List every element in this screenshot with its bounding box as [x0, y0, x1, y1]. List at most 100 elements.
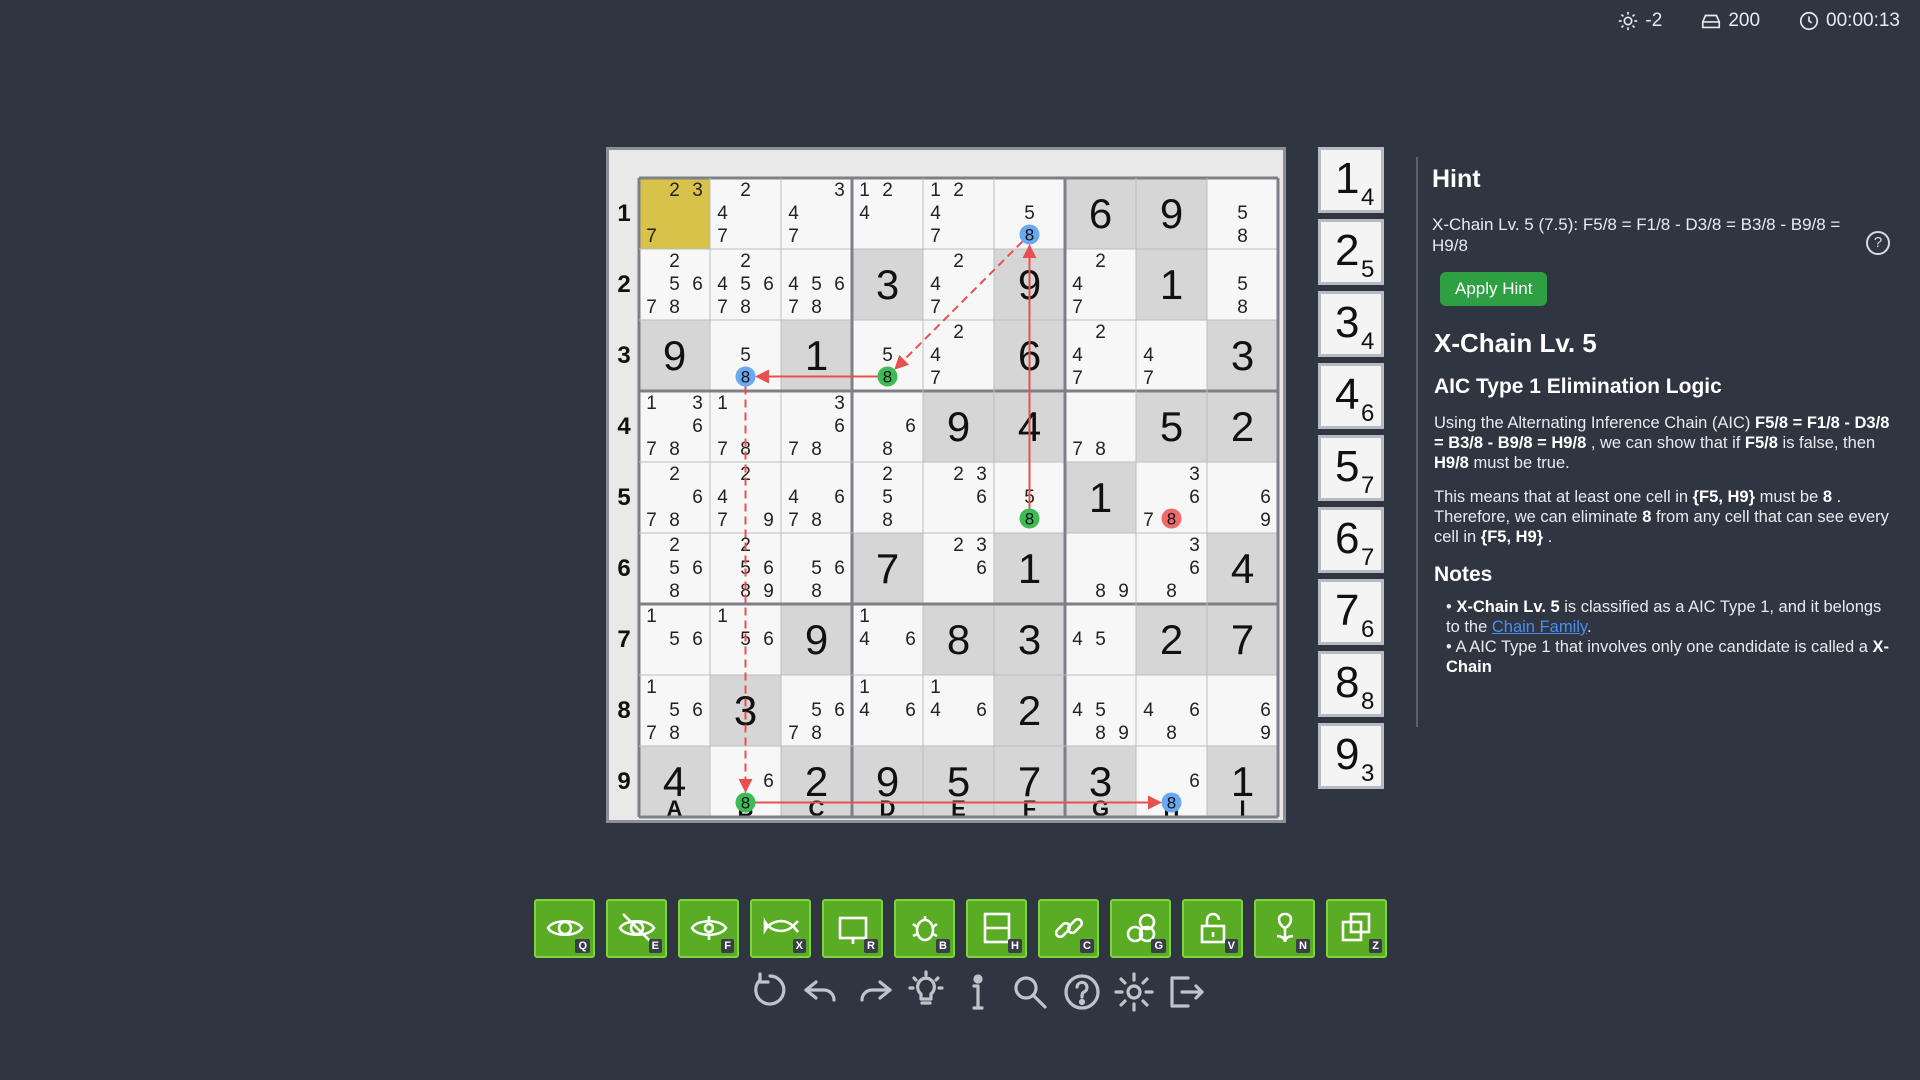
- candidate-marker-label: 8: [1167, 794, 1176, 813]
- sudoku-board[interactable]: 2372473471241247569582567824567845678324…: [606, 147, 1286, 823]
- lightbulb-icon: [908, 970, 944, 1005]
- candidate-marker-label: 8: [1025, 510, 1034, 529]
- digit-remaining-count: 5: [1361, 256, 1375, 283]
- digit-remaining-count: 6: [1361, 400, 1375, 427]
- technique-toolbar: QEFXRBHCGVNZ: [534, 899, 1387, 958]
- hint-title: Hint: [1432, 165, 1481, 193]
- clock-icon: [1799, 11, 1819, 31]
- apply-hint-button[interactable]: Apply Hint: [1440, 272, 1548, 306]
- note-item: • X-Chain Lv. 5 is classified as a AIC T…: [1446, 598, 1882, 636]
- digit-label: 5: [1335, 442, 1360, 491]
- settings-button[interactable]: [1112, 970, 1156, 1014]
- digit-button-3[interactable]: 34: [1318, 291, 1384, 357]
- shortcut-key: R: [864, 939, 878, 953]
- digit-label: 8: [1335, 658, 1360, 707]
- text: A AIC Type 1 that involves only one cand…: [1455, 638, 1873, 656]
- digit-label: 6: [1335, 514, 1360, 563]
- rectangle-tool-button[interactable]: R: [822, 899, 883, 958]
- digit-label: 3: [1335, 298, 1360, 347]
- text: F5/8: [1744, 434, 1778, 452]
- score-indicator: 200: [1700, 10, 1760, 32]
- flower-tool-button[interactable]: N: [1254, 899, 1315, 958]
- hint-text: X-Chain Lv. 5 (7.5): F5/8 = F1/8 - D3/8 …: [1432, 215, 1841, 255]
- brightness-icon: [1619, 11, 1638, 31]
- chain-overlay: 8 8 8 8 8 8 8: [637, 176, 1280, 819]
- digit-button-8[interactable]: 88: [1318, 651, 1384, 717]
- digit-label: 9: [1335, 730, 1360, 779]
- digit-button-2[interactable]: 25: [1318, 219, 1384, 285]
- shortcut-key: X: [792, 939, 806, 953]
- overlap-tool-button[interactable]: Z: [1326, 899, 1387, 958]
- digit-remaining-count: 8: [1361, 688, 1375, 715]
- digit-label: 4: [1335, 370, 1360, 419]
- chain-family-link[interactable]: Chain Family: [1492, 618, 1587, 636]
- digit-button-1[interactable]: 14: [1318, 147, 1384, 213]
- chain-group-tool-button[interactable]: G: [1110, 899, 1171, 958]
- chain-tool-button[interactable]: C: [1038, 899, 1099, 958]
- eye-focus-tool-button[interactable]: F: [678, 899, 739, 958]
- undo-icon: [804, 980, 836, 1002]
- digit-remaining-count: 3: [1361, 760, 1375, 787]
- digit-label: 2: [1335, 226, 1360, 275]
- digit-label: 1: [1335, 154, 1360, 203]
- shortcut-key: E: [648, 939, 662, 953]
- digit-remaining-count: 7: [1361, 472, 1375, 499]
- note-item: • A AIC Type 1 that involves only one ca…: [1446, 638, 1889, 676]
- help-icon[interactable]: ?: [1866, 231, 1890, 255]
- help-button[interactable]: [1060, 970, 1104, 1014]
- digit-remaining-count: 4: [1361, 184, 1375, 211]
- brightness-indicator: -2: [1617, 10, 1662, 32]
- digit-button-7[interactable]: 76: [1318, 579, 1384, 645]
- chain-link: [894, 240, 1024, 370]
- candidate-marker-label: 8: [741, 368, 750, 387]
- status-bar: -2 200 00:00:13: [1617, 10, 1900, 32]
- digit-button-5[interactable]: 57: [1318, 435, 1384, 501]
- digit-button-9[interactable]: 93: [1318, 723, 1384, 789]
- digit-label: 7: [1335, 586, 1360, 635]
- search-icon: [1014, 976, 1047, 1009]
- unlock-tool-button[interactable]: V: [1182, 899, 1243, 958]
- notes-title: Notes: [1434, 563, 1493, 586]
- candidate-marker-label: 8: [1167, 510, 1176, 529]
- text: , we can show that if: [1586, 434, 1745, 452]
- eye-tool-button[interactable]: Q: [534, 899, 595, 958]
- text: is false, then: [1777, 434, 1876, 452]
- shortcut-key: G: [1151, 939, 1166, 953]
- search-button[interactable]: [1008, 970, 1052, 1014]
- text: {F5, H9}: [1692, 488, 1755, 506]
- reset-button[interactable]: [748, 970, 792, 1014]
- shortcut-key: H: [1008, 939, 1022, 953]
- info-button[interactable]: [956, 970, 1000, 1014]
- reset-icon: [754, 972, 786, 1006]
- technique-title: X-Chain Lv. 5: [1434, 328, 1597, 358]
- settings-icon: [1114, 972, 1154, 1012]
- bottom-toolbar: [748, 970, 1208, 1014]
- timer-indicator: 00:00:13: [1798, 10, 1900, 32]
- brightness-value: -2: [1645, 10, 1663, 31]
- digit-button-4[interactable]: 46: [1318, 363, 1384, 429]
- redo-button[interactable]: [852, 970, 896, 1014]
- notes-list: • X-Chain Lv. 5 is classified as a AIC T…: [1446, 597, 1890, 677]
- bug-tool-button[interactable]: B: [894, 899, 955, 958]
- fish-tool-button[interactable]: X: [750, 899, 811, 958]
- house-tool-button[interactable]: H: [966, 899, 1027, 958]
- shortcut-key: B: [936, 939, 950, 953]
- exit-button[interactable]: [1164, 970, 1208, 1014]
- undo-button[interactable]: [800, 970, 844, 1014]
- eye-off-tool-button[interactable]: E: [606, 899, 667, 958]
- shortcut-key: V: [1224, 939, 1238, 953]
- exit-icon: [1170, 976, 1204, 1008]
- text: 8: [1642, 508, 1652, 526]
- score-value: 200: [1728, 10, 1761, 31]
- hint-panel: Hint X-Chain Lv. 5 (7.5): F5/8 = F1/8 - …: [1416, 157, 1890, 727]
- timer-value: 00:00:13: [1826, 10, 1900, 31]
- text: .: [1586, 618, 1592, 636]
- text: 8: [1822, 488, 1833, 506]
- explanation-paragraph-2: This means that at least one cell in {F5…: [1434, 487, 1890, 547]
- info-icon: [972, 974, 984, 1010]
- digit-button-6[interactable]: 67: [1318, 507, 1384, 573]
- candidate-marker-label: 8: [1025, 226, 1034, 245]
- shortcut-key: Z: [1369, 939, 1382, 953]
- redo-icon: [860, 980, 892, 1002]
- lightbulb-button[interactable]: [904, 970, 948, 1014]
